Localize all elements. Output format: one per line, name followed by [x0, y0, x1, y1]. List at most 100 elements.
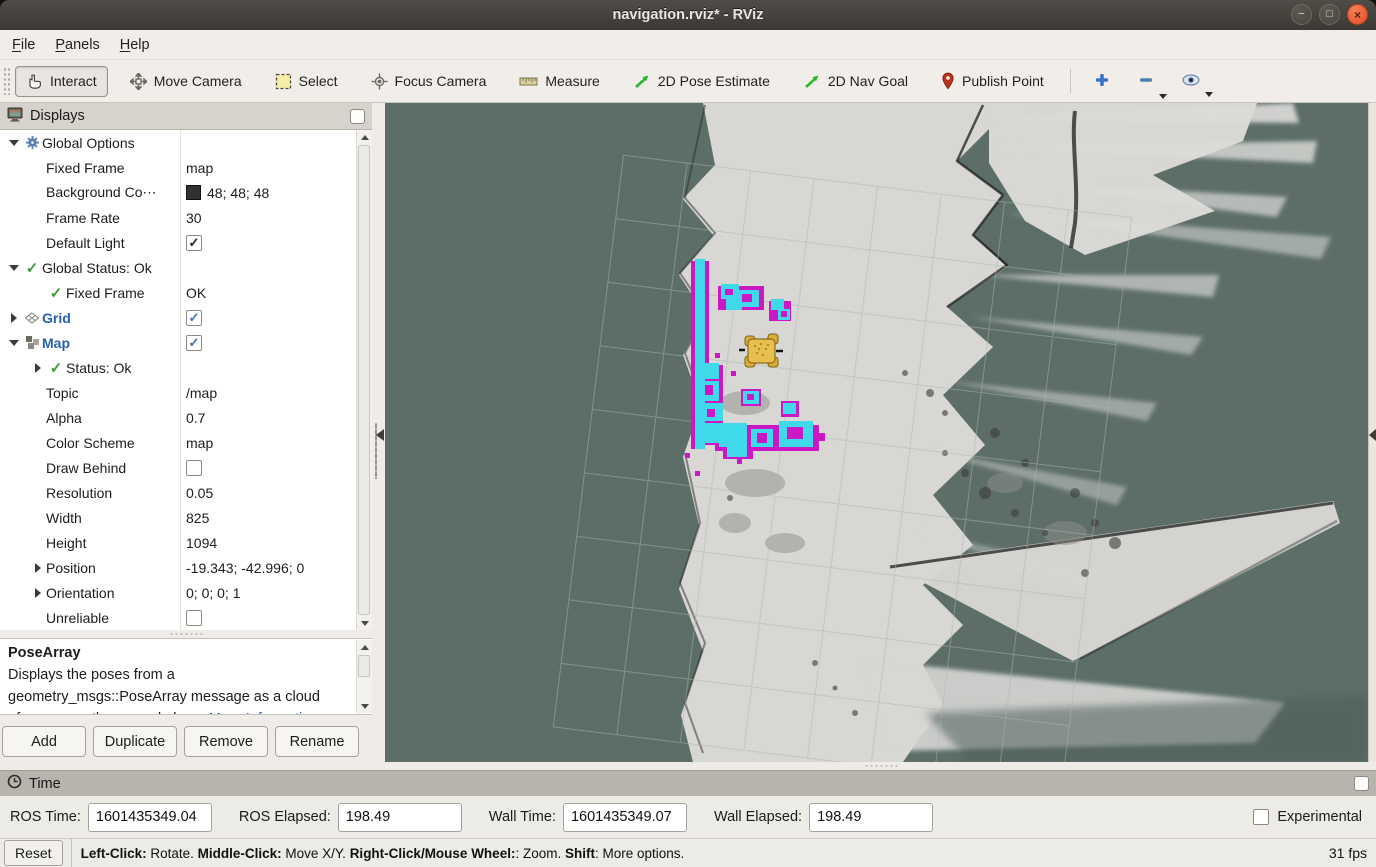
tree-row-grid[interactable]: Grid✓ [0, 305, 356, 330]
property-value[interactable]: 825 [181, 505, 356, 530]
scroll-up-icon[interactable] [357, 130, 372, 144]
property-value[interactable]: 0; 0; 0; 1 [181, 580, 356, 605]
tool-measure[interactable]: Measure [508, 66, 610, 96]
tree-row-frame-rate[interactable]: Frame Rate30 [0, 205, 356, 230]
description-scrollbar[interactable] [356, 640, 372, 713]
tree-row-topic[interactable]: Topic/map [0, 380, 356, 405]
dropdown-arrow-icon[interactable] [1159, 94, 1167, 99]
property-value[interactable]: 1094 [181, 530, 356, 555]
tool-publish-point[interactable]: Publish Point [930, 65, 1055, 97]
tool-select[interactable]: Select [264, 66, 349, 97]
scroll-down-icon[interactable] [357, 616, 372, 630]
tree-row-position[interactable]: Position-19.343; -42.996; 0 [0, 555, 356, 580]
tool-2d-pose-estimate[interactable]: 2D Pose Estimate [622, 66, 781, 97]
tree-row-unreliable[interactable]: Unreliable [0, 605, 356, 630]
tree-row-alpha[interactable]: Alpha0.7 [0, 405, 356, 430]
tree-row-fixed-frame[interactable]: Fixed Framemap [0, 155, 356, 180]
property-checkbox[interactable]: ✓ [186, 310, 202, 326]
property-value[interactable]: 0.05 [181, 480, 356, 505]
tree-row-global-options[interactable]: Global Options [0, 130, 356, 155]
wall-elapsed-input[interactable] [809, 803, 933, 832]
ros-time-input[interactable] [88, 803, 212, 832]
property-value[interactable]: 48; 48; 48 [181, 180, 356, 205]
experimental-toggle[interactable]: Experimental [1253, 809, 1362, 825]
property-checkbox[interactable]: ✓ [186, 235, 202, 251]
remove-button[interactable]: Remove [184, 726, 268, 757]
property-value[interactable]: 30 [181, 205, 356, 230]
property-checkbox[interactable] [186, 610, 202, 626]
tree-row-orientation[interactable]: Orientation0; 0; 0; 1 [0, 580, 356, 605]
menu-item-panels[interactable]: Panels [55, 37, 99, 53]
experimental-checkbox[interactable] [1253, 809, 1269, 825]
tool-move-camera[interactable]: Move Camera [119, 66, 253, 97]
tool-visibility-button[interactable] [1173, 69, 1209, 94]
tree-row-resolution[interactable]: Resolution0.05 [0, 480, 356, 505]
tree-row-global-status-ok[interactable]: ✓Global Status: Ok [0, 255, 356, 280]
menu-item-help[interactable]: Help [120, 37, 150, 53]
maximize-button[interactable]: □ [1319, 4, 1340, 25]
collapse-right-icon[interactable] [1369, 429, 1376, 441]
triangle-down-icon[interactable] [6, 265, 22, 271]
duplicate-button[interactable]: Duplicate [93, 726, 177, 757]
add-button[interactable]: Add [2, 726, 86, 757]
viewport-bottom-splitter[interactable] [385, 762, 1376, 770]
tree-row-fixed-frame[interactable]: ✓Fixed FrameOK [0, 280, 356, 305]
scroll-up-icon[interactable] [357, 640, 372, 654]
tree-row-draw-behind[interactable]: Draw Behind [0, 455, 356, 480]
triangle-right-icon[interactable] [6, 313, 22, 323]
panel-horizontal-splitter[interactable] [0, 630, 372, 638]
tree-row-status-ok[interactable]: ✓Status: Ok [0, 355, 356, 380]
3d-viewport[interactable] [385, 103, 1368, 762]
property-checkbox[interactable]: ✓ [186, 335, 202, 351]
property-value[interactable]: OK [181, 280, 356, 305]
reset-button[interactable]: Reset [4, 840, 63, 866]
menu-item-file[interactable]: File [12, 37, 35, 53]
panel-float-button[interactable] [1354, 776, 1369, 791]
time-panel-header[interactable]: Time [0, 770, 1376, 796]
tree-row-color-scheme[interactable]: Color Schememap [0, 430, 356, 455]
property-value[interactable]: map [181, 430, 356, 455]
minimize-button[interactable]: − [1291, 4, 1312, 25]
scrollbar-thumb[interactable] [358, 145, 370, 615]
tree-row-width[interactable]: Width825 [0, 505, 356, 530]
titlebar[interactable]: navigation.rviz* - RViz −□× [0, 0, 1376, 30]
add-tool-button[interactable] [1085, 67, 1119, 96]
more-information-link[interactable]: More Information [209, 711, 319, 715]
property-value[interactable] [181, 605, 356, 630]
ros-elapsed-input[interactable] [338, 803, 462, 832]
property-value[interactable]: ✓ [181, 305, 356, 330]
tool-focus-camera[interactable]: Focus Camera [360, 66, 498, 97]
triangle-down-icon[interactable] [6, 140, 22, 146]
scrollbar-thumb[interactable] [358, 655, 370, 677]
rename-button[interactable]: Rename [275, 726, 359, 757]
panel-float-button[interactable] [350, 109, 365, 124]
tree-row-map[interactable]: Map✓ [0, 330, 356, 355]
displays-panel-header[interactable]: Displays [0, 103, 372, 130]
wall-time-input[interactable] [563, 803, 687, 832]
tree-row-default-light[interactable]: Default Light✓ [0, 230, 356, 255]
property-value[interactable]: ✓ [181, 330, 356, 355]
tree-scrollbar[interactable] [356, 130, 372, 630]
panel-vertical-splitter[interactable] [372, 103, 385, 770]
tree-row-height[interactable]: Height1094 [0, 530, 356, 555]
close-button[interactable]: × [1347, 4, 1368, 25]
property-value[interactable]: 0.7 [181, 405, 356, 430]
dropdown-arrow-icon[interactable] [1205, 92, 1213, 97]
collapse-left-icon[interactable] [376, 429, 384, 441]
triangle-right-icon[interactable] [30, 563, 46, 573]
triangle-right-icon[interactable] [30, 588, 46, 598]
tree-row-background-co[interactable]: Background Co⋯48; 48; 48 [0, 180, 356, 205]
scroll-down-icon[interactable] [357, 699, 372, 713]
tool-2d-nav-goal[interactable]: 2D Nav Goal [792, 66, 919, 97]
toolbar-drag-handle[interactable] [3, 67, 10, 95]
property-value[interactable]: map [181, 155, 356, 180]
triangle-down-icon[interactable] [6, 340, 22, 346]
triangle-right-icon[interactable] [30, 363, 46, 373]
property-value[interactable]: /map [181, 380, 356, 405]
right-panel-splitter[interactable] [1368, 103, 1376, 762]
property-value[interactable]: ✓ [181, 230, 356, 255]
remove-tool-button[interactable] [1129, 67, 1163, 96]
property-value[interactable] [181, 455, 356, 480]
property-checkbox[interactable] [186, 460, 202, 476]
tool-interact[interactable]: Interact [15, 66, 108, 97]
